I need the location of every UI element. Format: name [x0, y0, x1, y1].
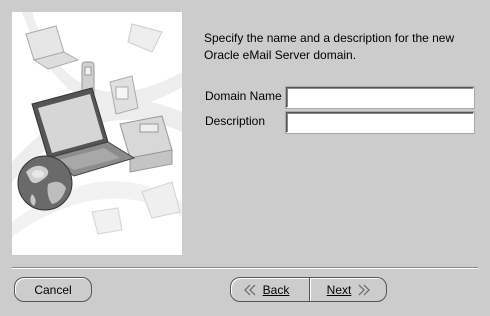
- double-chevron-right-icon: [357, 284, 371, 296]
- cancel-button[interactable]: Cancel: [14, 277, 92, 302]
- back-button[interactable]: Back: [230, 277, 310, 302]
- domain-name-field[interactable]: [286, 87, 474, 108]
- description-field[interactable]: [286, 112, 474, 133]
- intro-line-2: Oracle eMail Server domain.: [204, 48, 357, 62]
- intro-line-1: Specify the name and a description for t…: [204, 31, 455, 45]
- next-button-label: Next: [326, 282, 352, 297]
- wizard-illustration: [12, 12, 182, 255]
- footer-separator: [12, 267, 478, 269]
- description-label: Description: [205, 114, 266, 128]
- domain-name-label: Domain Name: [205, 89, 282, 103]
- cancel-button-label: Cancel: [34, 282, 72, 297]
- double-chevron-left-icon: [243, 284, 257, 296]
- back-button-label: Back: [262, 282, 290, 297]
- next-button[interactable]: Next: [309, 277, 387, 302]
- intro-text: Specify the name and a description for t…: [204, 30, 479, 64]
